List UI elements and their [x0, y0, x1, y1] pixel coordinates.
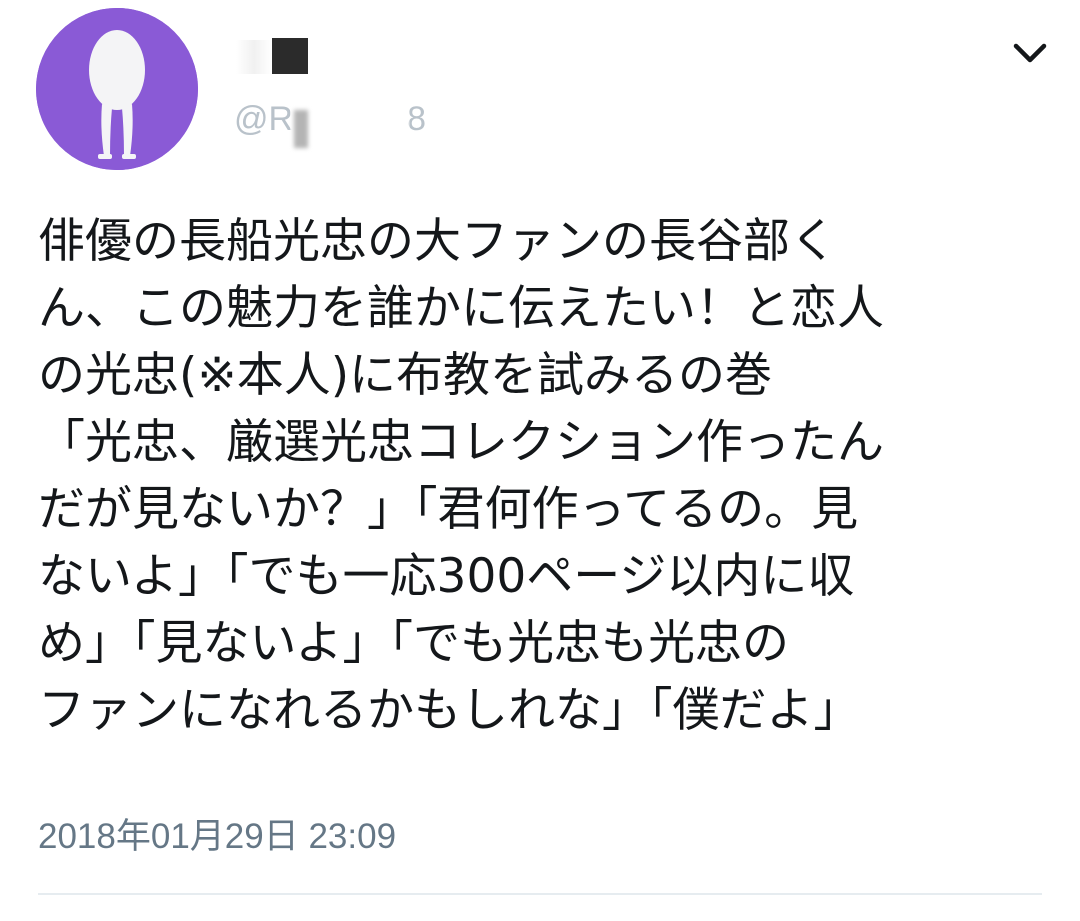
redacted-handle-residue: [294, 110, 308, 148]
tweet-text-line: ファンになれるかもしれな」「僕だよ」: [38, 683, 861, 738]
chevron-down-icon: [1013, 43, 1047, 63]
tweet-text: 俳優の長船光忠の大ファンの長谷部く ん、この魅力を誰かに伝えたい！と恋人 の光忠…: [38, 208, 1048, 744]
avatar[interactable]: [36, 8, 198, 170]
tweet-text-line: だが見ないか？」「君何作ってるの。見: [38, 482, 859, 537]
tweet-card: @R 8 俳優の長船光忠の大ファンの長谷部く ん、この魅力を誰かに伝えたい！と恋人…: [0, 0, 1080, 921]
tweet-text-line: ん、この魅力を誰かに伝えたい！と恋人: [38, 281, 884, 336]
redacted-display-name-smudge: [236, 40, 272, 74]
redacted-display-name[interactable]: [272, 38, 308, 74]
divider: [38, 893, 1042, 895]
redacted-handle: [290, 98, 410, 144]
author-handle-prefix: @R: [234, 100, 294, 138]
tweet-menu-button[interactable]: [1010, 38, 1050, 68]
egg-legs-avatar-icon: [36, 8, 198, 170]
tweet-text-line: ないよ」「でも一応300ページ以内に収: [38, 549, 855, 604]
tweet-timestamp[interactable]: 2018年01月29日 23:09: [38, 808, 396, 859]
tweet-text-line: の光忠(※本人)に布教を試みるの巻: [38, 348, 773, 403]
tweet-text-line: 「光忠、厳選光忠コレクション作ったん: [38, 415, 884, 470]
tweet-text-line: め」「見ないよ」「でも光忠も光忠の: [38, 616, 790, 671]
tweet-text-line: 俳優の長船光忠の大ファンの長谷部く: [38, 214, 837, 269]
